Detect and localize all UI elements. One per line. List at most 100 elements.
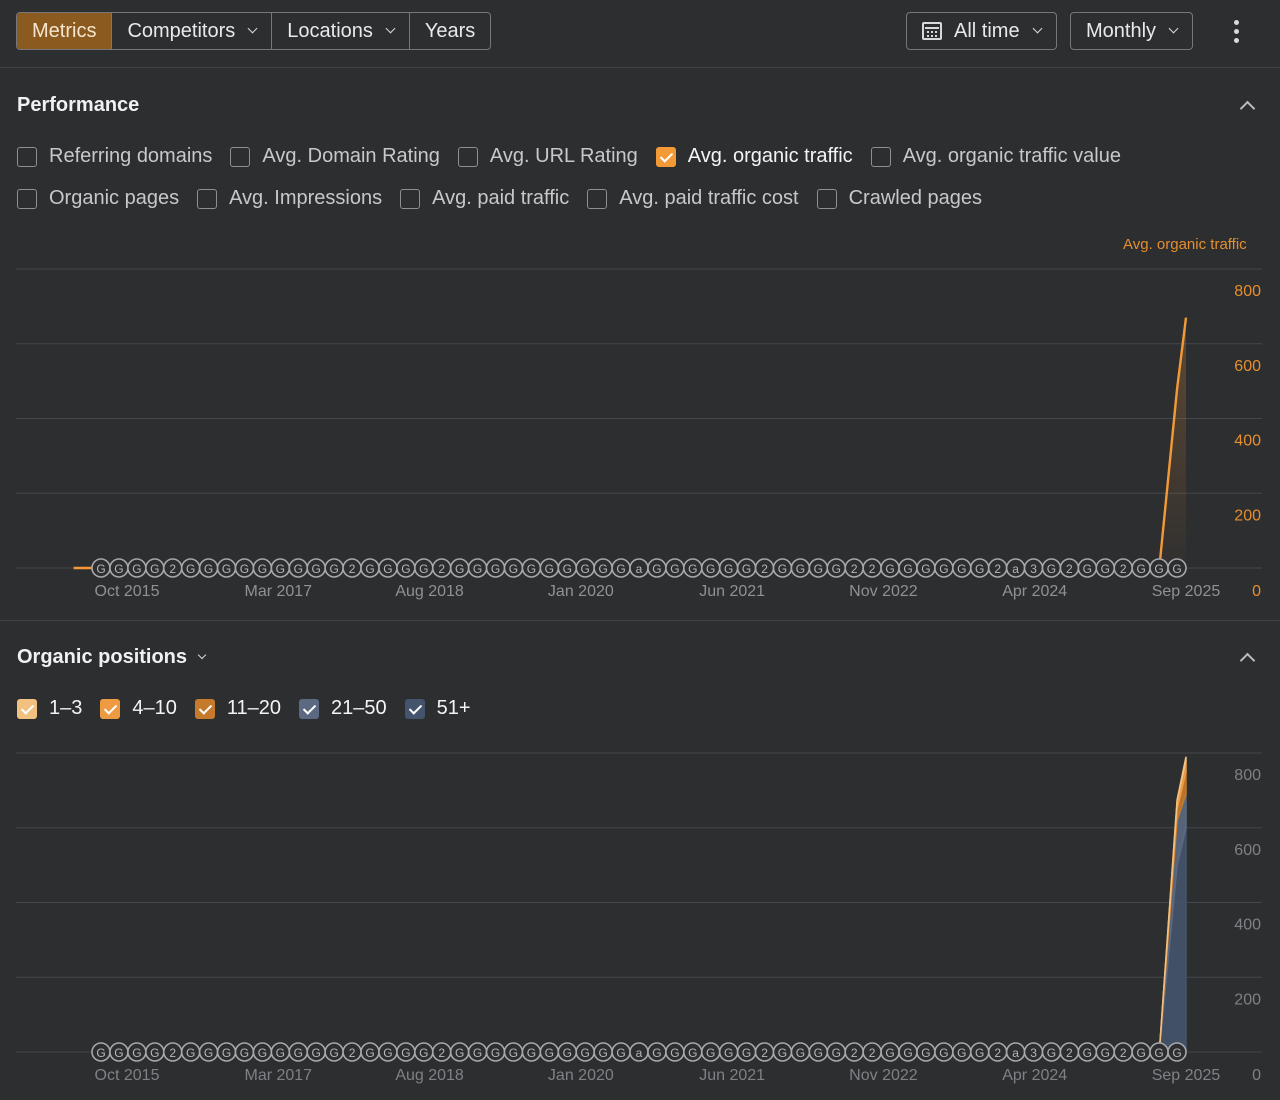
annotation-marker[interactable]: G — [1041, 1042, 1062, 1062]
x-tick-label: Nov 2022 — [849, 1067, 918, 1084]
annotation-marker[interactable]: G — [575, 1042, 596, 1062]
annotation-marker-label: G — [670, 1046, 679, 1060]
annotation-marker[interactable]: G — [91, 1042, 111, 1062]
y-tick-label: 600 — [1234, 842, 1261, 859]
x-tick-label: Sep 2025 — [1152, 1067, 1221, 1084]
y-tick-label: 0 — [1252, 1067, 1261, 1084]
annotation-marker[interactable]: G — [467, 1042, 488, 1062]
annotation-marker[interactable]: G — [270, 1042, 291, 1062]
annotation-marker[interactable]: G — [252, 1042, 273, 1062]
annotation-marker[interactable]: G — [378, 1042, 398, 1062]
annotation-marker[interactable]: 2 — [431, 1042, 452, 1062]
annotation-marker[interactable]: G — [396, 1042, 416, 1062]
annotation-marker-label: G — [329, 1046, 338, 1060]
annotation-marker[interactable]: G — [880, 1042, 900, 1062]
annotation-marker-label: 2 — [851, 1046, 858, 1060]
annotation-marker[interactable]: G — [557, 1042, 578, 1062]
annotation-marker-label: G — [903, 1046, 912, 1060]
annotation-marker-label: 2 — [349, 1046, 356, 1060]
annotation-marker-label: G — [706, 1046, 715, 1060]
annotation-marker[interactable]: 2 — [844, 1042, 865, 1062]
annotation-marker-label: G — [1136, 1046, 1145, 1060]
x-tick-label: Mar 2017 — [244, 1067, 312, 1084]
organic-positions-chart: 0 200 400 600 800 Oct 2015 Mar 2017 Aug 2018 Jan… — [16, 752, 1262, 1084]
annotation-marker[interactable]: a — [1005, 1042, 1026, 1062]
annotation-marker[interactable]: G — [790, 1042, 811, 1062]
annotation-marker[interactable]: 2 — [342, 1042, 362, 1062]
annotation-marker[interactable]: 3 — [1023, 1042, 1044, 1062]
annotation-marker[interactable]: G — [808, 1042, 829, 1062]
annotation-marker-label: 2 — [869, 1046, 876, 1060]
annotation-marker[interactable]: G — [665, 1042, 685, 1062]
annotation-marker[interactable]: G — [593, 1042, 613, 1062]
annotation-marker[interactable]: G — [145, 1042, 165, 1062]
annotation-marker[interactable]: G — [216, 1042, 237, 1062]
annotation-marker[interactable]: G — [647, 1042, 667, 1062]
annotation-marker[interactable]: G — [485, 1042, 506, 1062]
annotation-marker[interactable]: G — [198, 1042, 219, 1062]
annotation-marker[interactable]: G — [700, 1042, 721, 1062]
annotation-marker-label: G — [186, 1046, 195, 1060]
annotation-marker-label: 2 — [1120, 1046, 1127, 1060]
annotation-marker[interactable]: 2 — [754, 1042, 775, 1062]
annotation-marker[interactable]: G — [180, 1042, 201, 1062]
annotation-marker[interactable]: G — [1149, 1042, 1169, 1062]
annotation-marker-label: G — [652, 1046, 661, 1060]
annotation-marker-label: 3 — [1030, 1046, 1037, 1060]
annotation-marker[interactable]: G — [898, 1042, 918, 1062]
annotation-marker-label: G — [150, 1046, 159, 1060]
annotation-marker[interactable]: 2 — [987, 1042, 1008, 1062]
annotation-marker[interactable]: G — [503, 1042, 524, 1062]
annotation-marker-label: G — [312, 1046, 321, 1060]
annotation-marker[interactable]: G — [826, 1042, 847, 1062]
annotation-marker-label: G — [742, 1046, 751, 1060]
x-tick-label: Apr 2024 — [1002, 1067, 1067, 1084]
annotation-marker-label: G — [204, 1046, 213, 1060]
annotation-marker[interactable]: G — [1077, 1042, 1098, 1062]
annotation-marker-label: G — [1154, 1046, 1163, 1060]
annotation-marker[interactable]: G — [1095, 1042, 1116, 1062]
annotation-marker[interactable]: G — [1167, 1042, 1187, 1062]
grid-lines — [16, 752, 1262, 1053]
annotation-marker[interactable]: G — [413, 1042, 434, 1062]
annotation-marker[interactable]: G — [109, 1042, 129, 1062]
annotation-marker-label: 2 — [438, 1046, 445, 1060]
annotation-marker-label: G — [96, 1046, 105, 1060]
annotation-marker[interactable]: G — [234, 1042, 255, 1062]
annotation-marker-label: G — [473, 1046, 482, 1060]
annotation-marker[interactable]: G — [916, 1042, 936, 1062]
annotation-marker[interactable]: G — [360, 1042, 380, 1062]
annotation-marker[interactable]: G — [736, 1042, 757, 1062]
annotation-marker[interactable]: a — [629, 1042, 649, 1062]
annotation-marker-label: G — [294, 1046, 303, 1060]
annotation-marker-label: a — [636, 1046, 643, 1060]
annotation-marker-label: G — [365, 1046, 374, 1060]
annotation-marker-label: G — [832, 1046, 841, 1060]
annotation-marker[interactable]: 2 — [162, 1042, 183, 1062]
annotation-marker[interactable]: 2 — [862, 1042, 882, 1062]
annotation-marker[interactable]: G — [772, 1042, 793, 1062]
annotation-marker-label: 2 — [169, 1046, 176, 1060]
annotation-marker[interactable]: G — [449, 1042, 470, 1062]
annotation-marker[interactable]: 2 — [1113, 1042, 1133, 1062]
annotation-marker[interactable]: 2 — [1059, 1042, 1080, 1062]
annotation-marker[interactable]: G — [611, 1042, 631, 1062]
annotation-marker[interactable]: G — [682, 1042, 703, 1062]
annotation-marker[interactable]: G — [951, 1042, 972, 1062]
annotation-marker[interactable]: G — [934, 1042, 954, 1062]
annotation-marker[interactable]: G — [324, 1042, 344, 1062]
annotation-marker[interactable]: G — [718, 1042, 739, 1062]
x-tick-label: Jun 2021 — [699, 1067, 765, 1084]
annotation-marker-label: G — [491, 1046, 500, 1060]
annotation-marker-label: G — [276, 1046, 285, 1060]
y-tick-label: 400 — [1234, 917, 1261, 934]
annotation-marker[interactable]: G — [969, 1042, 990, 1062]
annotation-marker[interactable]: G — [306, 1042, 327, 1062]
annotation-marker[interactable]: G — [539, 1042, 560, 1062]
annotation-marker[interactable]: G — [521, 1042, 542, 1062]
annotation-marker-label: G — [814, 1046, 823, 1060]
annotation-marker[interactable]: G — [127, 1042, 147, 1062]
annotation-marker[interactable]: G — [1131, 1042, 1151, 1062]
annotation-marker[interactable]: G — [288, 1042, 309, 1062]
annotation-marker-label: G — [724, 1046, 733, 1060]
